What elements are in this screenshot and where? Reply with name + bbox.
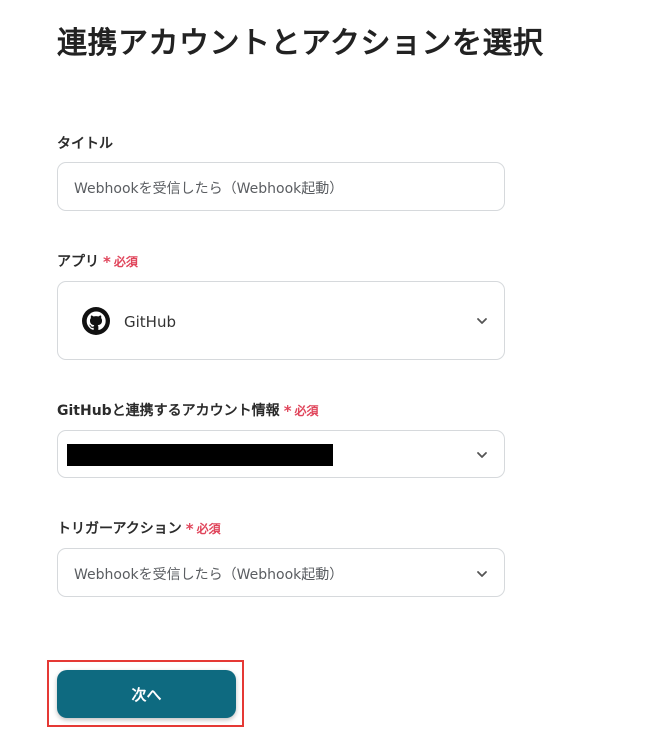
required-marker: * 必須 [103, 253, 138, 271]
account-label-text: GitHubと連携するアカウント情報 [57, 403, 280, 419]
next-button[interactable]: 次へ [57, 670, 236, 718]
required-asterisk-icon: * [283, 402, 292, 420]
app-field-label: アプリ * 必須 [57, 251, 138, 271]
chevron-down-icon [477, 571, 487, 577]
redacted-account-value [67, 444, 333, 466]
required-text: 必須 [113, 255, 138, 269]
app-select-value: GitHub [124, 313, 176, 331]
github-icon [82, 307, 110, 335]
required-marker: * 必須 [185, 520, 221, 538]
app-label-text: アプリ [57, 254, 99, 270]
page-title: 連携アカウントとアクションを選択 [57, 26, 544, 61]
required-text: 必須 [294, 404, 319, 418]
required-text: 必須 [196, 522, 221, 536]
title-input-value: Webhookを受信したら（Webhook起動） [74, 181, 344, 197]
required-asterisk-icon: * [185, 520, 194, 538]
trigger-field-label: トリガーアクション * 必須 [57, 518, 221, 538]
title-field-label: タイトル [57, 133, 113, 153]
title-input[interactable]: Webhookを受信したら（Webhook起動） [57, 162, 505, 211]
trigger-label-text: トリガーアクション [57, 521, 182, 537]
required-marker: * 必須 [283, 402, 319, 420]
trigger-action-select[interactable]: Webhookを受信したら（Webhook起動） [57, 548, 505, 597]
account-field-label: GitHubと連携するアカウント情報 * 必須 [57, 400, 319, 420]
chevron-down-icon [477, 452, 487, 458]
account-select[interactable] [57, 430, 505, 478]
title-label-text: タイトル [57, 136, 113, 152]
trigger-action-value: Webhookを受信したら（Webhook起動） [74, 567, 344, 583]
required-asterisk-icon: * [103, 253, 111, 271]
app-select[interactable]: GitHub [57, 281, 505, 360]
chevron-down-icon [477, 318, 487, 324]
